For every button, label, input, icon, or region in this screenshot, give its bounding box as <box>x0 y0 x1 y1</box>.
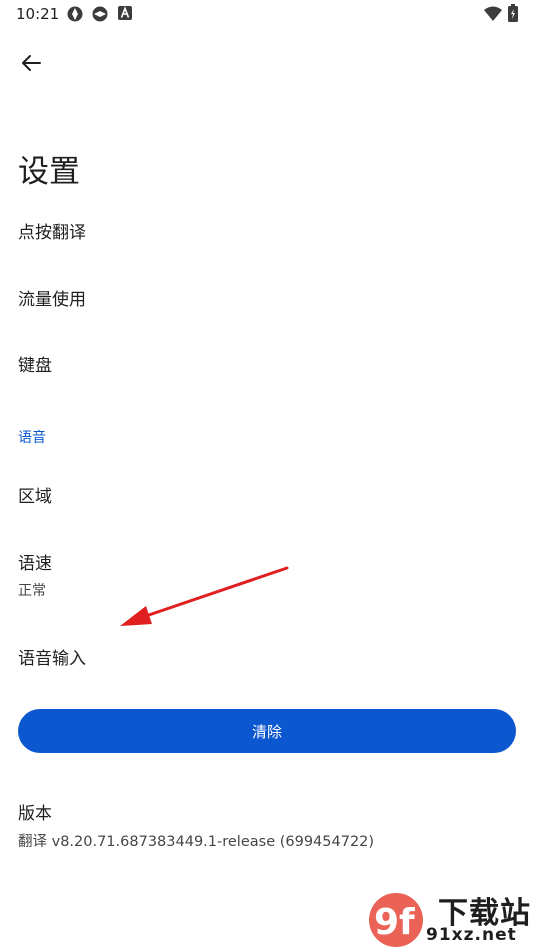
page-title: 设置 <box>18 154 80 190</box>
settings-item-keyboard[interactable]: 键盘 <box>0 339 534 389</box>
settings-item-label: 语速 <box>18 554 52 574</box>
settings-item-label: 流量使用 <box>18 290 86 310</box>
a-letter-icon <box>118 6 132 20</box>
section-header-speech: 语音 <box>18 430 46 446</box>
version-value: 翻译 v8.20.71.687383449.1-release (6994547… <box>18 834 375 850</box>
status-time: 10:21 <box>16 5 60 23</box>
watermark-url: 91xz.net <box>426 925 517 945</box>
back-button[interactable] <box>14 46 48 80</box>
wifi-icon <box>484 6 502 21</box>
system-icon <box>67 6 83 22</box>
settings-item-label: 语音输入 <box>18 649 86 669</box>
settings-item-speech-rate[interactable]: 语速 正常 <box>0 536 534 606</box>
settings-item-value: 正常 <box>18 583 46 599</box>
battery-charging-icon <box>508 4 518 22</box>
settings-item-label: 键盘 <box>18 356 52 376</box>
settings-item-voice-input[interactable]: 语音输入 <box>0 630 534 680</box>
settings-item-label: 区域 <box>18 487 52 507</box>
settings-item-label: 点按翻译 <box>18 223 86 243</box>
settings-item-region[interactable]: 区域 <box>0 468 534 518</box>
watermark-logo-text: 9f <box>374 902 415 943</box>
clear-button[interactable]: 清除 <box>18 709 516 753</box>
arrow-left-icon <box>22 55 41 71</box>
settings-item-tap-to-translate[interactable]: 点按翻译 <box>0 205 534 255</box>
status-bar: 10:21 <box>0 0 534 28</box>
settings-item-data-usage[interactable]: 流量使用 <box>0 272 534 322</box>
version-title: 版本 <box>18 804 52 824</box>
system-icon <box>92 6 108 22</box>
